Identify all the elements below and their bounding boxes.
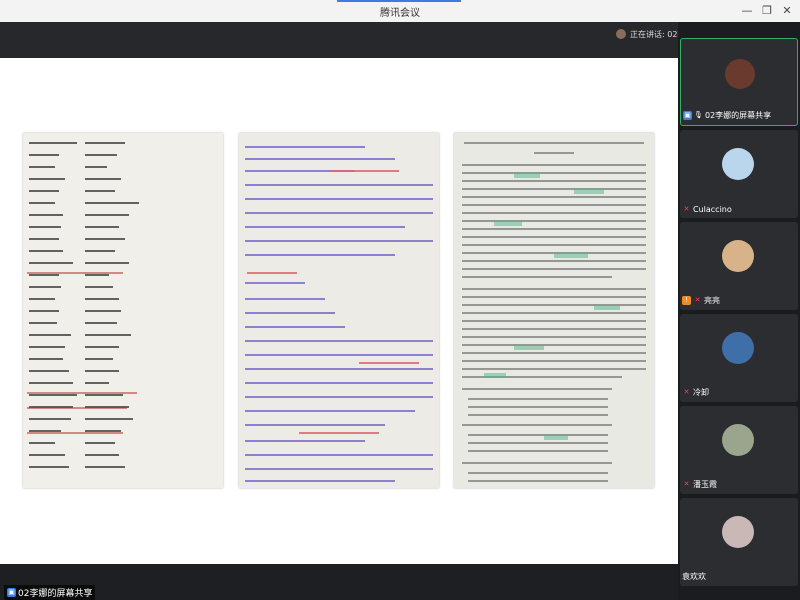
mic-muted-icon: ✕ [683,205,690,213]
participant-name: ▣ 🎙 02李娜的屏幕共享 [683,111,772,120]
title-accent-line [337,0,461,2]
avatar [722,148,754,180]
meeting-bottom-bar [0,564,678,600]
screen-share-icon: ▣ [7,588,16,597]
close-button[interactable]: ✕ [778,2,796,20]
avatar [722,240,754,272]
screen-share-label-text: 02李娜的屏幕共享 [18,589,93,599]
participant-tile[interactable]: ✕ 潘玉霞 [680,406,798,494]
avatar [725,59,755,89]
participant-tile[interactable]: ! ✕ 亮亮 [680,222,798,310]
vocabulary-notes-page [23,133,223,488]
participant-name: ✕ Culaccino [683,205,732,214]
avatar [722,332,754,364]
participant-name: 袁欢欢 [682,572,706,581]
participant-tile[interactable]: ▣ 🎙 02李娜的屏幕共享 [680,38,798,126]
screen-share-icon: ▣ [683,111,692,120]
participant-tile[interactable]: ✕ 冷卸 [680,314,798,402]
window-title: 腾讯会议 [380,8,420,19]
restore-button[interactable]: ❐ [758,2,776,20]
exam-text-lines [462,142,646,482]
screen-share-label: ▣ 02李娜的屏幕共享 [4,585,96,600]
participant-name: ! ✕ 亮亮 [682,295,720,306]
minimize-button[interactable]: — [738,2,756,20]
meeting-top-bar [0,22,678,58]
warning-icon: ! [682,296,691,305]
participant-tile[interactable]: 袁欢欢 [680,498,798,586]
participant-name: ✕ 潘玉霞 [683,480,717,489]
mic-muted-icon: ✕ [683,388,690,396]
title-bar: 腾讯会议 — ❐ ✕ [0,0,800,22]
handwritten-notes-page [239,133,439,488]
participant-tile[interactable]: ✕ Culaccino [680,130,798,218]
avatar [722,424,754,456]
mic-muted-icon: ✕ [683,480,690,488]
mic-icon: 🎙 [694,111,703,119]
mic-muted-icon: ✕ [694,296,701,304]
avatar [722,516,754,548]
exam-paper-page [454,133,654,488]
notes-lines [245,146,433,482]
speaker-avatar [616,29,626,39]
handwriting-lines [27,142,139,468]
participant-name: ✕ 冷卸 [683,388,709,397]
